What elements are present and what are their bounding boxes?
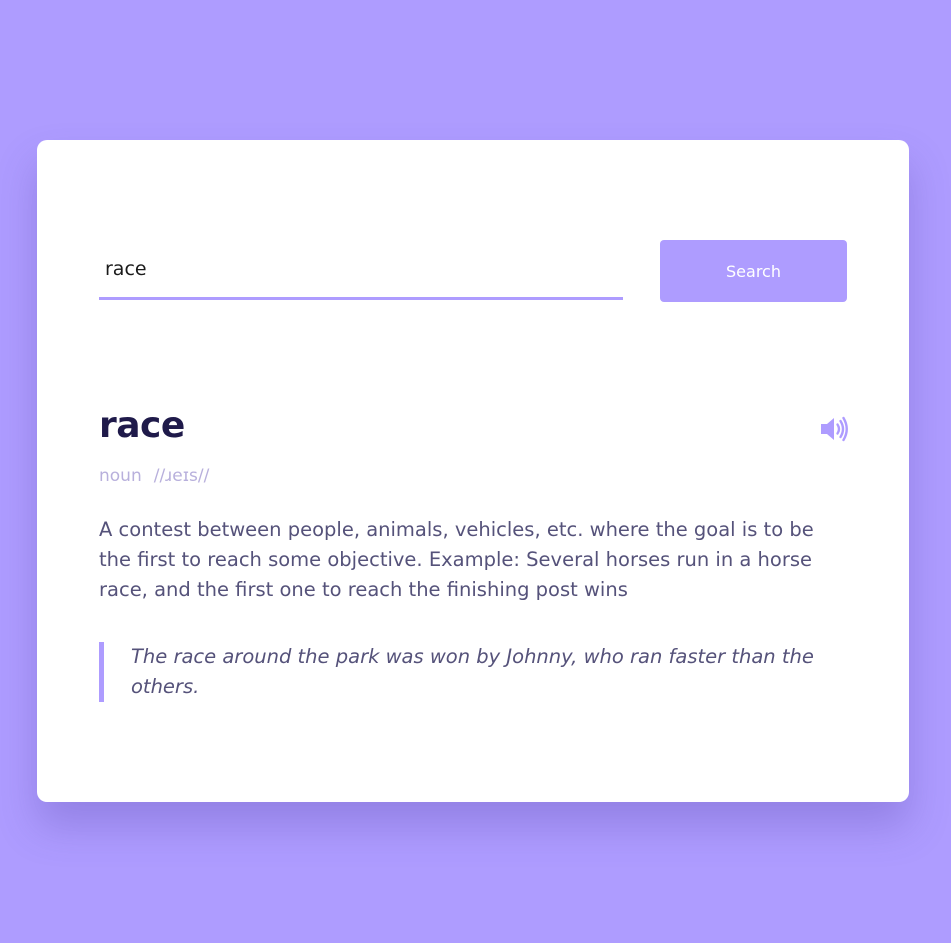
definition-text: A contest between people, animals, vehic… xyxy=(99,518,814,601)
word-meta: noun //ɹeɪs// xyxy=(99,466,209,486)
play-pronunciation-button[interactable] xyxy=(819,416,849,442)
example-text: The race around the park was won by John… xyxy=(131,645,814,698)
phonetic: //ɹeɪs// xyxy=(153,466,210,486)
word-title: race xyxy=(99,405,185,446)
example-quote: The race around the park was won by John… xyxy=(99,642,847,702)
speaker-volume-icon xyxy=(821,416,848,442)
search-button[interactable]: Search xyxy=(660,240,847,302)
dictionary-card: Search race noun //ɹeɪs// A contest betwe… xyxy=(37,140,909,802)
search-row: Search xyxy=(99,240,847,303)
part-of-speech: noun xyxy=(99,466,142,486)
search-input[interactable] xyxy=(99,240,623,300)
